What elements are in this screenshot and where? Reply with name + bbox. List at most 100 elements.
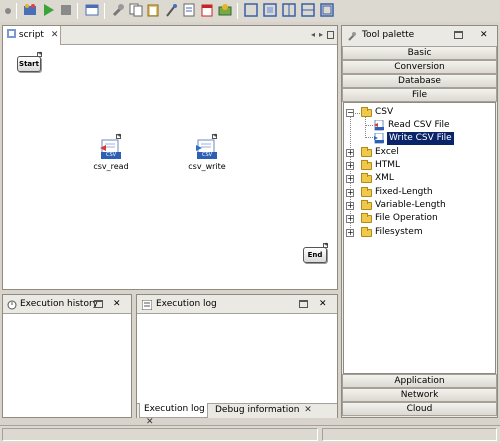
csv-read-component[interactable]: CSV xyxy=(99,138,123,162)
window-icon[interactable] xyxy=(85,3,99,17)
chevron-left-icon[interactable]: ◂ xyxy=(311,26,315,44)
start-node-label: Start xyxy=(19,60,39,68)
maximize-icon[interactable] xyxy=(454,31,463,39)
category-conversion[interactable]: Conversion xyxy=(342,60,497,74)
component-icon[interactable] xyxy=(218,3,232,17)
gear-icon[interactable] xyxy=(4,5,12,19)
end-node[interactable]: End xyxy=(303,247,327,263)
csv-file-icon xyxy=(374,132,385,144)
frame-icon[interactable] xyxy=(263,3,277,17)
tree-node-xml[interactable]: XML xyxy=(375,172,394,185)
tab-debug-information[interactable]: Debug information ✕ xyxy=(213,404,312,418)
frame-icon[interactable] xyxy=(320,3,334,17)
execution-history-title-bar: Execution history ✕ xyxy=(3,295,131,314)
status-bar xyxy=(0,425,500,443)
tool-palette-title-bar: Tool palette ✕ xyxy=(342,26,497,45)
status-field xyxy=(2,428,318,441)
tool-palette-panel: Tool palette ✕ Basic Conversion Database… xyxy=(341,25,498,418)
expand-icon[interactable]: + xyxy=(346,189,354,197)
expand-icon[interactable]: + xyxy=(346,149,354,157)
csv-write-component[interactable]: CSV xyxy=(195,138,219,162)
tree-node-variable-length[interactable]: Variable-Length xyxy=(375,199,446,212)
tree-node-csv[interactable]: CSV xyxy=(375,106,393,119)
paste-icon[interactable] xyxy=(146,3,160,17)
script-editor: script ✕ ◂ ▸ Start + CSV + csv_read CSV … xyxy=(2,25,338,290)
history-icon xyxy=(7,299,17,310)
component-icon[interactable] xyxy=(23,3,37,17)
tree-node-fixed-length[interactable]: Fixed-Length xyxy=(375,186,433,199)
frame-icon[interactable] xyxy=(282,3,296,17)
list-icon[interactable] xyxy=(327,31,334,39)
csv-badge: CSV xyxy=(105,152,117,158)
expand-icon[interactable]: + xyxy=(346,162,354,170)
log-bottom-tab-bar: Execution log ✕ Debug information ✕ xyxy=(137,403,337,427)
script-icon xyxy=(7,27,16,38)
execution-log-title-bar: Execution log ✕ xyxy=(137,295,337,314)
frame-icon[interactable] xyxy=(301,3,315,17)
tree-node-html[interactable]: HTML xyxy=(375,159,400,172)
tab-script-label: script xyxy=(18,30,44,40)
folder-icon xyxy=(361,227,372,237)
tree-node-read-csv-file[interactable]: Read CSV File xyxy=(388,119,450,132)
chevron-right-icon[interactable]: ▸ xyxy=(319,26,323,44)
execution-history-panel: Execution history ✕ xyxy=(2,294,132,418)
tab-script[interactable]: script ✕ xyxy=(3,26,61,45)
tab-execution-log-label: Execution log xyxy=(144,404,205,414)
calendar-icon[interactable] xyxy=(200,3,214,17)
folder-icon xyxy=(361,213,372,223)
expand-icon[interactable]: + xyxy=(346,229,354,237)
folder-icon xyxy=(361,147,372,157)
tab-execution-log[interactable]: Execution log ✕ xyxy=(139,403,208,427)
file-tool-tree: − CSV Read CSV File Write CSV File + Exc… xyxy=(343,102,496,374)
csv-read-label: csv_read xyxy=(93,162,129,171)
status-field xyxy=(322,428,497,441)
copy-icon[interactable] xyxy=(129,3,143,17)
close-icon[interactable]: ✕ xyxy=(319,295,327,313)
tree-node-filesystem[interactable]: Filesystem xyxy=(375,226,423,239)
folder-open-icon xyxy=(361,107,372,117)
csv-write-label: csv_write xyxy=(188,162,226,171)
wrench-icon[interactable] xyxy=(111,3,125,17)
start-node[interactable]: Start xyxy=(17,56,41,72)
plus-icon[interactable]: + xyxy=(37,52,42,57)
category-network[interactable]: Network xyxy=(342,388,497,402)
folder-icon xyxy=(361,200,372,210)
plus-icon[interactable]: + xyxy=(212,134,217,139)
tool-palette-title: Tool palette xyxy=(362,30,415,40)
csv-file-icon xyxy=(374,119,385,131)
category-file[interactable]: File xyxy=(342,88,497,102)
tree-node-excel[interactable]: Excel xyxy=(375,146,399,159)
collapse-icon[interactable]: − xyxy=(346,109,354,117)
execution-log-title: Execution log xyxy=(156,299,217,309)
tab-debug-information-label: Debug information xyxy=(215,405,300,415)
document-icon[interactable] xyxy=(182,3,196,17)
close-icon[interactable]: ✕ xyxy=(113,295,121,313)
close-icon[interactable]: ✕ xyxy=(304,404,312,417)
category-database[interactable]: Database xyxy=(342,74,497,88)
maximize-icon[interactable] xyxy=(94,300,103,308)
category-application[interactable]: Application xyxy=(342,374,497,388)
stop-icon[interactable] xyxy=(59,3,73,17)
csv-badge: CSV xyxy=(201,152,213,158)
wrench-icon xyxy=(347,30,357,41)
category-basic[interactable]: Basic xyxy=(342,46,497,60)
category-cloud[interactable]: Cloud xyxy=(342,402,497,416)
log-icon xyxy=(141,299,153,311)
tree-node-file-operation[interactable]: File Operation xyxy=(375,212,438,225)
script-tab-bar: script ✕ ◂ ▸ xyxy=(3,26,337,45)
wand-icon[interactable] xyxy=(164,3,178,17)
expand-icon[interactable]: + xyxy=(346,175,354,183)
plus-icon[interactable]: + xyxy=(323,243,328,248)
close-icon[interactable]: ✕ xyxy=(480,26,488,44)
tree-node-write-csv-file[interactable]: Write CSV File xyxy=(387,132,454,145)
expand-icon[interactable]: + xyxy=(346,202,354,210)
execution-log-panel: Execution log ✕ Execution log ✕ Debug in… xyxy=(136,294,338,427)
frame-icon[interactable] xyxy=(244,3,258,17)
close-icon[interactable]: ✕ xyxy=(51,26,59,44)
execution-history-title: Execution history xyxy=(20,299,98,309)
folder-icon xyxy=(361,160,372,170)
expand-icon[interactable]: + xyxy=(346,215,354,223)
maximize-icon[interactable] xyxy=(299,300,308,308)
run-icon[interactable] xyxy=(41,3,55,17)
plus-icon[interactable]: + xyxy=(116,134,121,139)
